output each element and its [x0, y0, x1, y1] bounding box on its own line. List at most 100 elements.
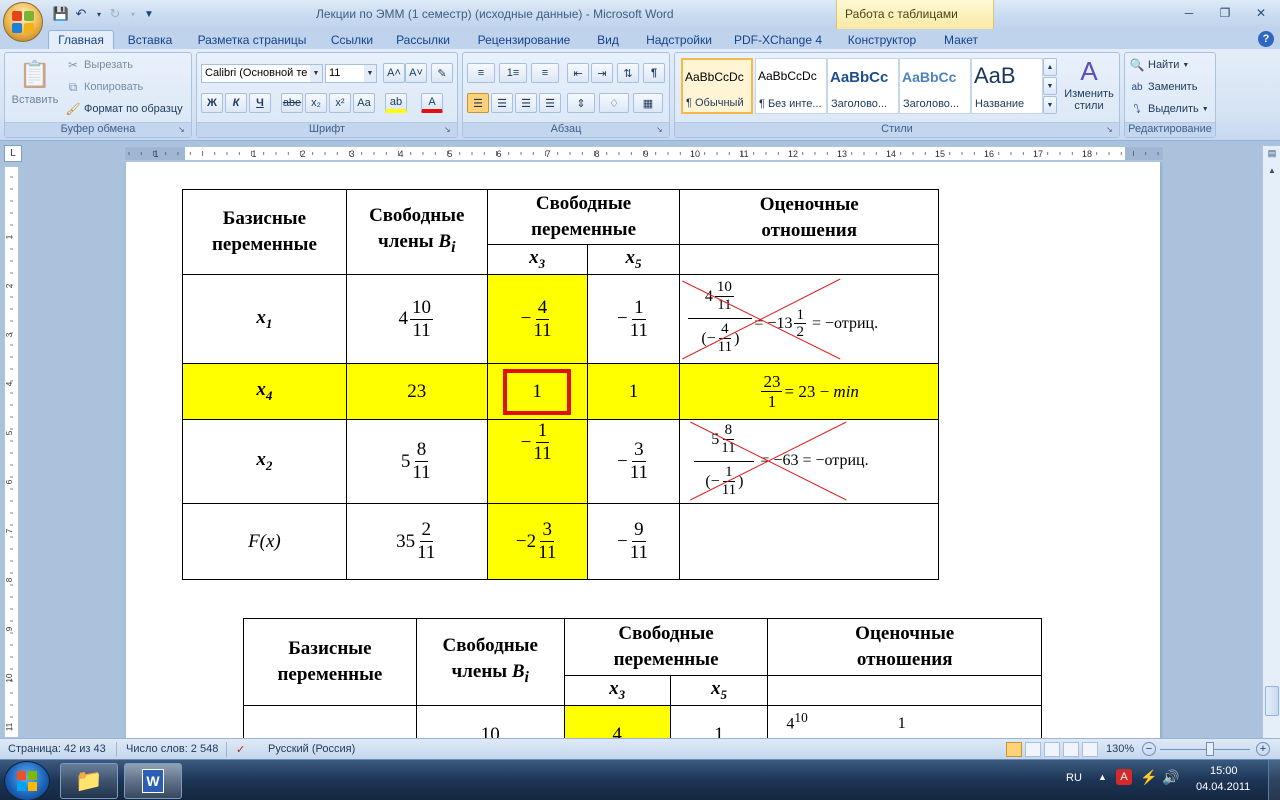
clock-time[interactable]: 15:00 — [1210, 765, 1238, 777]
paragraph-launcher-icon[interactable]: ↘ — [656, 125, 666, 135]
simplex-table-1[interactable]: Базисные переменные Свободные члены Bi С… — [182, 189, 939, 580]
document-page[interactable]: Базисные переменные Свободные члены Bi С… — [126, 162, 1160, 738]
superscript-button[interactable]: x² — [329, 93, 351, 113]
outline-icon[interactable] — [1063, 742, 1079, 757]
copy-button[interactable]: ⧉ Копировать — [65, 79, 144, 95]
shrink-font-button[interactable]: A˅ — [405, 63, 427, 83]
format-painter-button[interactable]: 🖌 Формат по образцу — [65, 101, 182, 117]
style-heading2[interactable]: AaBbCc Заголово... — [899, 58, 971, 114]
vertical-ruler[interactable]: 1 2 3 4 5 6 7 8 9 10 11 — [4, 166, 19, 738]
font-launcher-icon[interactable]: ↘ — [444, 125, 454, 135]
draft-icon[interactable] — [1082, 742, 1098, 757]
ruler-toggle-icon[interactable]: ▤ — [1265, 148, 1279, 162]
style-normal[interactable]: AaBbCcDc ¶ Обычный — [681, 58, 753, 114]
pivot-cell[interactable]: 1 — [486, 363, 588, 420]
highlight-icon[interactable]: ab — [385, 93, 407, 113]
clear-formatting-icon[interactable]: ✎ — [431, 63, 453, 83]
word-count[interactable]: Число слов: 2 548 — [126, 743, 218, 755]
print-layout-icon[interactable] — [1006, 742, 1022, 757]
redo-icon[interactable]: ↻ — [106, 5, 124, 23]
italic-button[interactable]: К — [225, 93, 247, 113]
zoom-level[interactable]: 130% — [1106, 743, 1134, 755]
font-name-combo[interactable]: Calibri (Основной те ▼ — [201, 64, 323, 83]
style-title[interactable]: AaB Название — [971, 58, 1043, 114]
tab-page-layout[interactable]: Разметка страницы — [192, 31, 312, 49]
cut-button[interactable]: ✂ Вырезать — [65, 57, 133, 73]
clipboard-launcher-icon[interactable]: ↘ — [178, 125, 188, 135]
change-case-button[interactable]: Aa — [353, 93, 375, 113]
show-desktop-button[interactable] — [1268, 760, 1280, 800]
tab-addins[interactable]: Надстройки — [640, 31, 718, 49]
tab-layout[interactable]: Макет — [936, 31, 986, 49]
horizontal-ruler[interactable]: 21123456789101112131415161718 — [124, 146, 1164, 161]
web-layout-icon[interactable] — [1044, 742, 1060, 757]
borders-icon[interactable]: ▦ — [633, 93, 663, 113]
word-taskbar-button[interactable]: W — [124, 763, 182, 799]
numbering-icon[interactable]: 1≡ — [499, 63, 527, 83]
bullets-icon[interactable]: ≡ — [467, 63, 495, 83]
align-right-icon[interactable]: ☰ — [515, 93, 537, 113]
customize-qat-icon[interactable]: ▼ — [140, 5, 158, 23]
grow-font-button[interactable]: A˄ — [383, 63, 405, 83]
explorer-taskbar-button[interactable]: 📁 — [60, 763, 118, 799]
start-button[interactable] — [4, 761, 50, 800]
multilevel-list-icon[interactable]: ≡ — [531, 63, 559, 83]
show-hidden-icons-icon[interactable]: ▲ — [1098, 772, 1107, 782]
decrease-indent-icon[interactable]: ⇤ — [567, 63, 589, 83]
full-screen-reading-icon[interactable] — [1025, 742, 1041, 757]
acrobat-icon[interactable]: A — [1116, 769, 1132, 785]
scroll-thumb[interactable] — [1265, 686, 1279, 716]
page-counter[interactable]: Страница: 42 из 43 — [8, 743, 106, 755]
close-icon[interactable]: ✕ — [1248, 4, 1274, 22]
office-button[interactable] — [3, 2, 43, 42]
select-button[interactable]: ⭛ Выделить ▼ — [1129, 101, 1209, 117]
volume-icon[interactable]: 🔊 — [1162, 769, 1179, 786]
font-color-icon[interactable]: A — [421, 93, 443, 113]
keyboard-language[interactable]: RU — [1066, 772, 1082, 784]
tab-view[interactable]: Вид — [590, 31, 626, 49]
styles-launcher-icon[interactable]: ↘ — [1106, 125, 1116, 135]
tab-design[interactable]: Конструктор — [842, 31, 922, 49]
sort-icon[interactable]: ⇅ — [617, 63, 639, 83]
paste-button[interactable]: 📋 Вставить — [11, 57, 59, 107]
style-no-spacing[interactable]: AaBbCcDc ¶ Без инте... — [755, 58, 827, 114]
styles-scroll-down-icon[interactable]: ▼ — [1043, 77, 1057, 95]
shading-icon[interactable]: ♢ — [599, 93, 629, 113]
increase-indent-icon[interactable]: ⇥ — [591, 63, 613, 83]
power-icon[interactable]: ⚡ — [1140, 769, 1157, 786]
zoom-slider-track[interactable] — [1160, 749, 1250, 750]
zoom-in-icon[interactable]: + — [1256, 742, 1270, 756]
minimize-icon[interactable]: ─ — [1176, 4, 1202, 22]
tab-selector[interactable]: L — [4, 145, 22, 162]
align-left-icon[interactable]: ☰ — [467, 93, 489, 113]
pilcrow-icon[interactable]: ¶ — [643, 63, 665, 83]
bold-button[interactable]: Ж — [201, 93, 223, 113]
underline-button[interactable]: Ч — [249, 93, 271, 113]
change-styles-button[interactable]: A Изменить стили — [1061, 57, 1117, 112]
style-heading1[interactable]: AaBbCc Заголово... — [827, 58, 899, 114]
replace-button[interactable]: ab Заменить — [1129, 79, 1197, 95]
align-center-icon[interactable]: ☰ — [491, 93, 513, 113]
help-icon[interactable]: ? — [1258, 31, 1274, 47]
tab-review[interactable]: Рецензирование — [470, 31, 578, 49]
proofing-icon[interactable]: ✓ — [236, 743, 245, 756]
scroll-up-icon[interactable]: ▲ — [1265, 166, 1279, 180]
find-button[interactable]: 🔍 Найти ▼ — [1129, 57, 1190, 73]
save-icon[interactable]: 💾 — [52, 5, 70, 23]
justify-icon[interactable]: ☰ — [539, 93, 561, 113]
zoom-out-icon[interactable]: − — [1142, 742, 1156, 756]
simplex-table-2[interactable]: Базисные переменные Свободные члены Bi С… — [243, 618, 1042, 738]
tab-insert[interactable]: Вставка — [120, 31, 180, 49]
strikethrough-button[interactable]: abe — [281, 93, 303, 113]
tab-mailings[interactable]: Рассылки — [390, 31, 456, 49]
tab-pdf-xchange[interactable]: PDF-XChange 4 — [730, 31, 826, 49]
line-spacing-icon[interactable]: ⇕ — [567, 93, 595, 113]
font-size-combo[interactable]: 11 ▼ — [325, 64, 377, 83]
tab-home[interactable]: Главная — [48, 30, 114, 50]
restore-icon[interactable]: ❐ — [1212, 4, 1238, 22]
styles-scroll-up-icon[interactable]: ▲ — [1043, 58, 1057, 76]
tab-references[interactable]: Ссылки — [322, 31, 382, 49]
clock-date[interactable]: 04.04.2011 — [1196, 781, 1250, 793]
subscript-button[interactable]: x₂ — [305, 93, 327, 113]
undo-icon[interactable]: ↶ — [72, 5, 90, 23]
